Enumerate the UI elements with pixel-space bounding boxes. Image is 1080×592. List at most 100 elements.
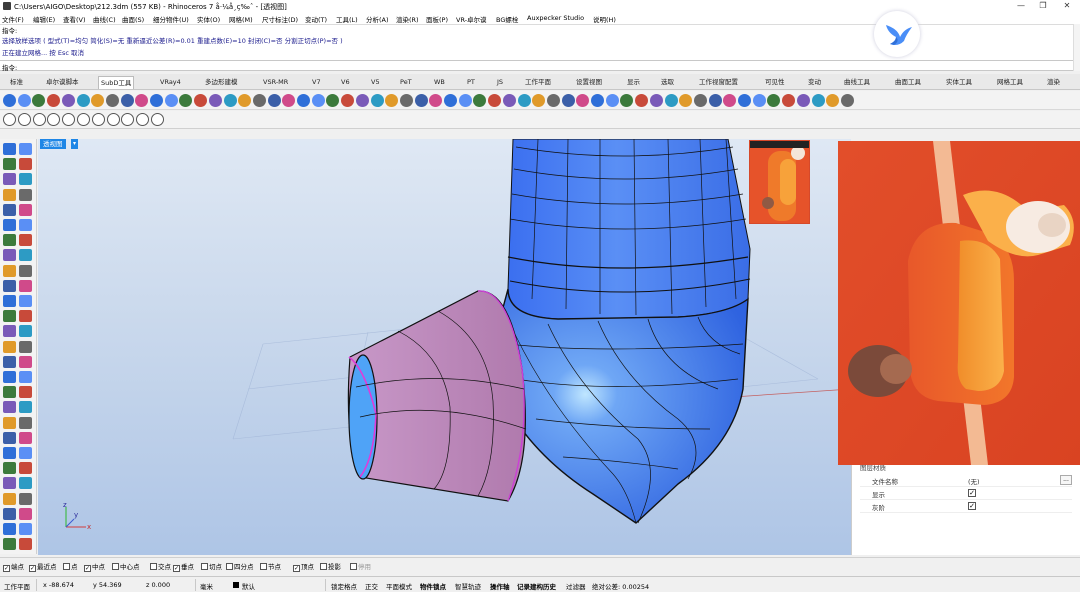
perspective-viewport[interactable]: z y x 透视图 ▾ <box>38 139 851 555</box>
save-icon[interactable] <box>19 310 32 323</box>
status-toggle-osnap[interactable]: 物件锁点 <box>420 581 446 591</box>
tab-mesh-tools[interactable]: 网格工具 <box>995 76 1025 89</box>
fillet-icon[interactable] <box>635 94 649 107</box>
menu-help[interactable]: 说明(H) <box>593 14 616 24</box>
osnap-11[interactable]: 投影 <box>320 561 341 571</box>
osnap-checkbox[interactable] <box>260 563 267 570</box>
rotate-icon[interactable] <box>19 447 32 459</box>
tab-wb[interactable]: WB <box>432 76 447 89</box>
extrude-icon[interactable] <box>19 416 32 429</box>
sphere-icon[interactable] <box>19 325 32 338</box>
array-icon[interactable] <box>752 94 766 107</box>
show-checkbox[interactable]: ✓ <box>968 489 976 497</box>
status-toggle-smarttrack[interactable]: 智慧轨迹 <box>455 581 481 591</box>
tab-surface-tools[interactable]: 曲面工具 <box>893 76 923 89</box>
extrude-icon[interactable] <box>121 113 135 126</box>
select-icon[interactable] <box>3 113 16 126</box>
scale-icon[interactable] <box>723 94 737 107</box>
curve-icon[interactable] <box>32 113 46 126</box>
boolean-icon[interactable] <box>19 431 32 444</box>
osnap-5[interactable]: 交点 <box>150 561 171 571</box>
material-icon[interactable] <box>3 264 16 277</box>
osnap-3[interactable]: ✓ 中点 <box>84 561 105 572</box>
tab-transform[interactable]: 变动 <box>806 76 823 89</box>
loft-icon[interactable] <box>136 113 150 126</box>
menu-bg-bolt[interactable]: BG螺栓 <box>496 14 518 24</box>
osnap-checkbox[interactable] <box>150 563 157 570</box>
tab-v6[interactable]: V6 <box>339 76 352 89</box>
grid-icon[interactable] <box>385 94 399 107</box>
tab-pt[interactable]: PT <box>465 76 477 89</box>
snap-icon[interactable] <box>370 94 384 107</box>
render-icon[interactable] <box>767 94 781 107</box>
save-icon[interactable] <box>3 94 16 107</box>
render-icon[interactable] <box>326 94 340 107</box>
light-icon[interactable] <box>796 94 810 107</box>
light-icon[interactable] <box>355 94 369 107</box>
extrude-icon[interactable] <box>649 94 663 107</box>
loft-icon[interactable] <box>223 94 237 107</box>
snap-icon[interactable] <box>3 279 16 292</box>
menu-view[interactable]: 查看(V) <box>63 14 86 24</box>
tab-vsr-mr[interactable]: VSR-MR <box>261 76 290 89</box>
point-icon[interactable] <box>546 94 560 107</box>
osnap-2[interactable]: 点 <box>63 561 78 571</box>
menu-dimension[interactable]: 尺寸标注(D) <box>262 14 298 24</box>
tab-render[interactable]: 渲染 <box>1045 76 1062 89</box>
status-layer[interactable]: 默认 <box>242 581 255 591</box>
tab-zem-script[interactable]: 卓尔谟脚本 <box>44 76 81 89</box>
move-icon[interactable] <box>3 219 16 231</box>
open-icon[interactable] <box>3 325 16 338</box>
tab-polygon-modeling[interactable]: 多边形建模 <box>203 76 240 89</box>
select-icon[interactable] <box>91 94 105 107</box>
polygon-icon[interactable] <box>19 401 32 414</box>
tube-body[interactable] <box>507 139 751 320</box>
osnap-checkbox[interactable]: ✓ <box>29 565 36 572</box>
tab-vray4[interactable]: VRay4 <box>158 76 183 89</box>
sphere-icon[interactable] <box>473 94 487 107</box>
status-units[interactable]: 毫米 <box>200 581 213 591</box>
menu-analyze[interactable]: 分析(A) <box>366 14 389 24</box>
osnap-9[interactable]: 节点 <box>260 561 281 571</box>
arc-icon[interactable] <box>62 113 76 126</box>
pink-cone[interactable] <box>347 290 527 502</box>
rotate-icon[interactable] <box>267 94 281 107</box>
status-cplane[interactable]: 工作平面 <box>4 581 30 591</box>
mirror-icon[interactable] <box>19 462 32 475</box>
rectangle-icon[interactable] <box>3 401 16 414</box>
arc-icon[interactable] <box>591 94 604 107</box>
snap-icon[interactable] <box>3 507 16 520</box>
menu-mesh[interactable]: 网格(M) <box>229 14 253 24</box>
hide-icon[interactable] <box>3 538 16 551</box>
scale-icon[interactable] <box>282 94 296 107</box>
loft-icon[interactable] <box>3 431 16 444</box>
osnap-4[interactable]: 中心点 <box>112 561 140 571</box>
osnap-checkbox[interactable] <box>350 563 357 570</box>
point-icon[interactable] <box>3 143 16 155</box>
circle-icon[interactable] <box>47 113 61 126</box>
boolean-icon[interactable] <box>151 113 164 126</box>
close-button[interactable]: ✕ <box>1056 0 1078 12</box>
tab-v7[interactable]: V7 <box>310 76 323 89</box>
move-icon[interactable] <box>252 94 266 107</box>
osnap-8[interactable]: 四分点 <box>226 561 254 571</box>
open-icon[interactable] <box>458 94 472 107</box>
menu-render[interactable]: 渲染(R) <box>396 14 419 24</box>
osnap-checkbox[interactable] <box>63 563 70 570</box>
tab-visibility[interactable]: 可见性 <box>763 76 787 89</box>
curve-icon[interactable] <box>561 94 575 107</box>
rectangle-icon[interactable] <box>3 173 16 186</box>
rectangle-icon[interactable] <box>605 94 619 107</box>
status-toggle-history[interactable]: 记录建构历史 <box>517 581 556 591</box>
menu-curve[interactable]: 曲线(C) <box>93 14 116 24</box>
osnap-checkbox[interactable] <box>201 563 208 570</box>
osnap-checkbox[interactable]: ✓ <box>3 565 10 572</box>
osnap-checkbox[interactable] <box>320 563 327 570</box>
osnap-0[interactable]: ✓ 端点 <box>3 561 24 572</box>
viewport-title[interactable]: 透视图 <box>40 139 66 149</box>
status-toggle-grid-snap[interactable]: 锁定格点 <box>331 581 357 591</box>
hide-icon[interactable] <box>429 94 443 107</box>
scale-icon[interactable] <box>3 462 16 475</box>
circle-icon[interactable] <box>135 94 149 107</box>
tab-v5[interactable]: V5 <box>369 76 382 89</box>
